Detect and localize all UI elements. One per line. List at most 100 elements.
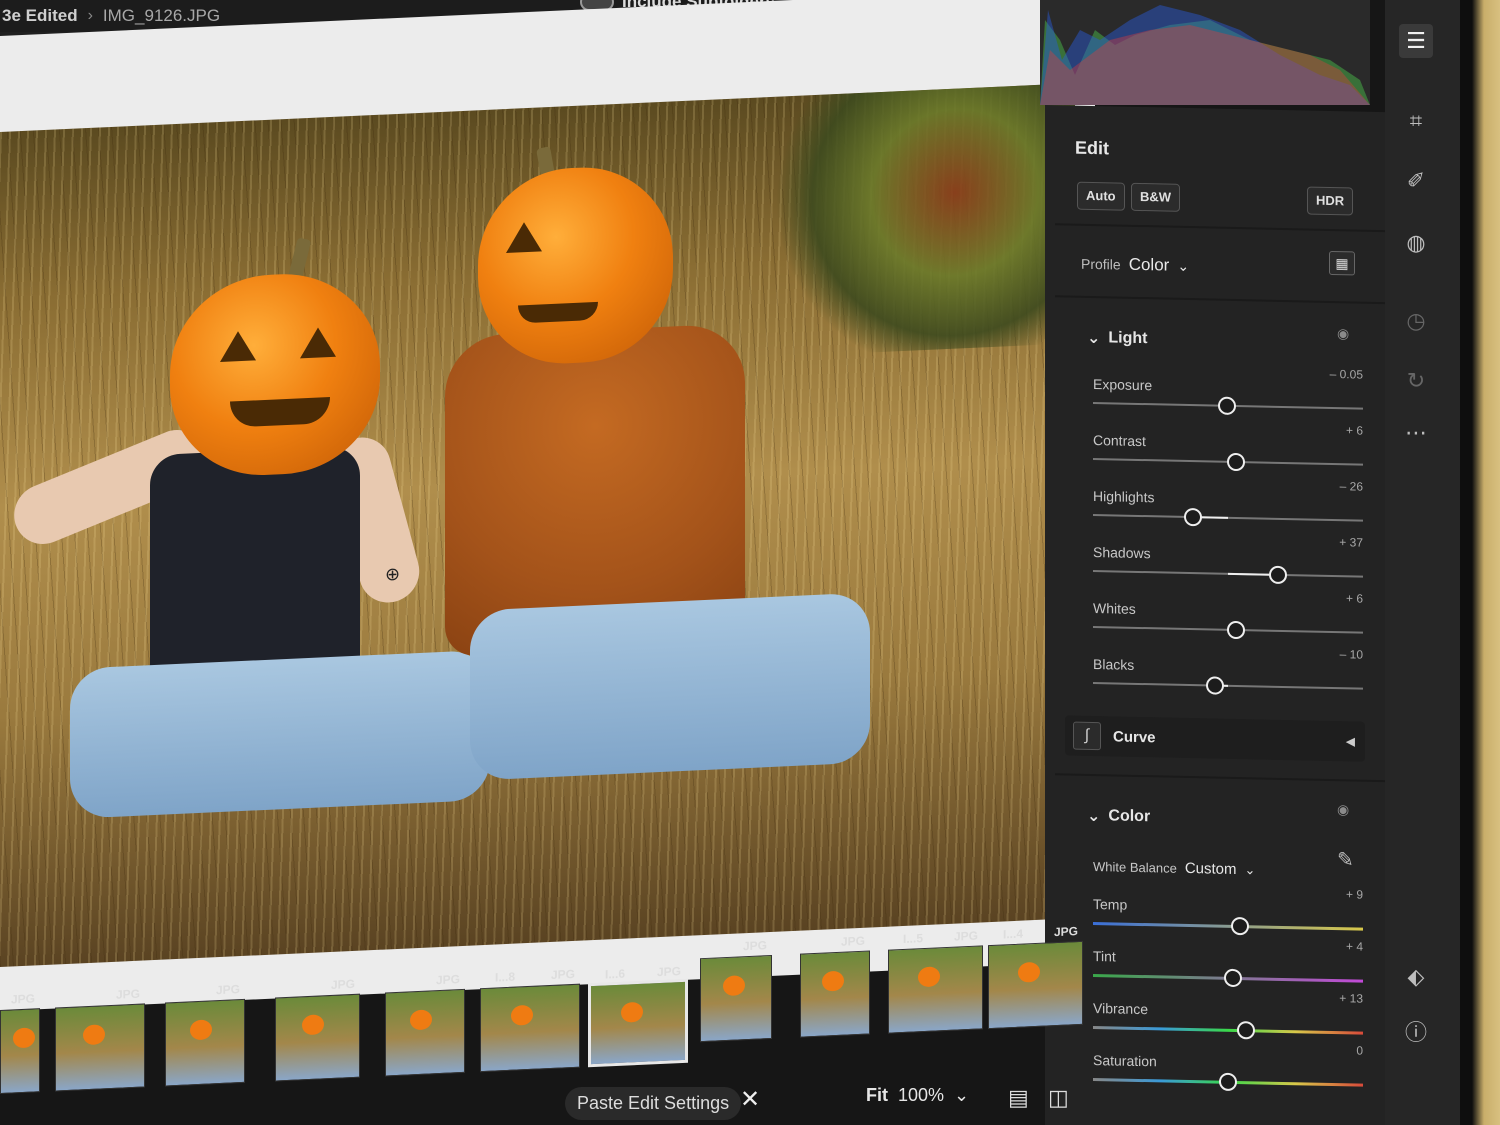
slider-knob[interactable] (1224, 968, 1243, 988)
bw-button[interactable]: B&W (1131, 182, 1181, 212)
filmstrip-thumbnail[interactable]: JPG (385, 972, 465, 1077)
slider-tint[interactable]: Tint + 4 (1093, 939, 1363, 1008)
thumbnail-pumpkin (301, 1014, 324, 1036)
slider-temp[interactable]: Temp + 9 (1093, 887, 1363, 956)
file-type-badge: JPG (1053, 924, 1078, 940)
zoom-control[interactable]: Fit 100% ⌄ (866, 1085, 969, 1106)
slider-knob[interactable] (1183, 507, 1202, 527)
main-photo[interactable]: ⊕ (0, 83, 1075, 967)
history-icon[interactable]: ◷ (1399, 304, 1433, 338)
breadcrumb-file: IMG_9126.JPG (102, 6, 221, 25)
slider-value[interactable]: + 13 (1339, 991, 1363, 1005)
filmstrip-thumbnail[interactable]: JPG I...8 (480, 967, 580, 1073)
slider-highlights[interactable]: Highlights – 26 (1093, 479, 1363, 548)
slider-label: Blacks (1093, 656, 1135, 673)
white-balance-label: White Balance (1093, 859, 1177, 876)
fit-label[interactable]: Fit (866, 1085, 888, 1106)
filmstrip-thumbnail[interactable]: JPG (55, 987, 145, 1092)
curve-section-header[interactable]: ∫ Curve ◀ (1065, 715, 1365, 762)
slider-knob[interactable] (1231, 916, 1250, 936)
slider-value[interactable]: – 10 (1340, 647, 1363, 661)
auto-button[interactable]: Auto (1077, 181, 1125, 211)
filmstrip-thumbnail[interactable]: JPG I...6 (588, 964, 688, 1068)
light-section-header[interactable]: ⌄ Light (1087, 328, 1148, 349)
slider-knob[interactable] (1217, 396, 1236, 415)
file-type-badge: JPG (953, 928, 978, 944)
slider-shadows[interactable]: Shadows + 37 (1093, 535, 1363, 604)
thumbnail-pumpkin (917, 966, 940, 988)
slider-knob[interactable] (1219, 1072, 1237, 1092)
filmstrip-thumbnail[interactable]: JPG (700, 938, 772, 1043)
slider-blacks[interactable]: Blacks – 10 (1093, 647, 1363, 716)
white-balance-selector[interactable]: White Balance Custom ⌄ (1093, 858, 1255, 878)
slider-label: Shadows (1093, 544, 1151, 562)
slider-whites[interactable]: Whites + 6 (1093, 591, 1363, 660)
slider-value[interactable]: 0 (1356, 1044, 1363, 1058)
compare-view-icon[interactable]: ◫ (1048, 1085, 1069, 1111)
healing-brush-icon[interactable]: ✐ (1399, 164, 1433, 198)
eye-icon[interactable]: ◉ (1337, 801, 1349, 818)
slider-track[interactable] (1093, 682, 1363, 690)
filmstrip-thumbnail[interactable]: JPG (275, 977, 360, 1082)
chevron-down-icon: ⌄ (1087, 807, 1101, 826)
profile-value[interactable]: Color (1129, 255, 1170, 276)
info-icon[interactable]: ⓘ (1399, 1016, 1433, 1050)
slider-knob[interactable] (1227, 620, 1246, 640)
slider-knob[interactable] (1205, 676, 1224, 695)
file-type-badge: JPG (330, 976, 355, 992)
slider-value[interactable]: – 0.05 (1330, 367, 1363, 382)
tag-icon[interactable]: ⬖ (1399, 960, 1433, 994)
filmstrip-thumbnail[interactable]: JPG (800, 934, 870, 1038)
filmstrip-thumbnail[interactable]: JPG I...4 (988, 924, 1083, 1030)
filmstrip-view-icon[interactable]: ▤ (1008, 1085, 1029, 1111)
slider-knob[interactable] (1268, 565, 1287, 585)
presets-icon[interactable]: ↻ (1399, 364, 1433, 398)
slider-vibrance[interactable]: Vibrance + 13 (1093, 991, 1363, 1060)
slider-track[interactable] (1093, 922, 1363, 931)
foliage (775, 83, 1075, 357)
slider-value[interactable]: + 9 (1346, 887, 1363, 901)
slider-value[interactable]: + 37 (1339, 535, 1363, 549)
white-balance-value[interactable]: Custom (1185, 860, 1237, 878)
slider-label: Whites (1093, 600, 1136, 617)
color-section-header[interactable]: ⌄ Color (1087, 806, 1150, 827)
hdr-button[interactable]: HDR (1307, 186, 1354, 216)
eyedropper-icon[interactable]: ✎ (1337, 847, 1354, 872)
filmstrip-thumbnail[interactable]: JPG I...5 (888, 929, 983, 1034)
profile-browser-icon[interactable]: ▦ (1329, 250, 1355, 276)
filmstrip-thumbnail[interactable]: JPG (165, 982, 245, 1087)
profile-selector[interactable]: Profile Color ⌄ (1081, 254, 1189, 276)
file-type-badge: JPG (656, 964, 681, 980)
slider-label: Highlights (1093, 488, 1155, 506)
paste-edit-settings-button[interactable]: Paste Edit Settings (565, 1087, 742, 1120)
slider-value[interactable]: + 6 (1346, 591, 1363, 605)
thumbnail-pumpkin (410, 1009, 432, 1031)
eye-icon[interactable]: ◉ (1337, 325, 1349, 342)
file-type-badge: JPG (742, 938, 767, 954)
right-jeans (470, 592, 870, 781)
more-icon[interactable]: ⋯ (1399, 416, 1433, 450)
filmstrip-thumbnail[interactable]: JPG (0, 991, 40, 1094)
breadcrumb-folder[interactable]: 3e Edited (2, 6, 78, 26)
slider-value[interactable]: – 26 (1340, 479, 1363, 493)
masking-icon[interactable]: ◍ (1399, 226, 1433, 260)
slider-saturation[interactable]: Saturation 0 (1093, 1044, 1363, 1112)
slider-value[interactable]: + 4 (1346, 939, 1363, 953)
zoom-value[interactable]: 100% (898, 1085, 944, 1106)
close-icon[interactable]: ✕ (740, 1085, 760, 1114)
file-type-badge: JPG (435, 972, 460, 988)
divider (1055, 295, 1395, 305)
right-pumpkin-eye (506, 221, 542, 254)
histogram[interactable] (1040, 0, 1370, 105)
file-name-short: I...4 (1003, 926, 1024, 942)
slider-track[interactable] (1093, 1026, 1363, 1035)
slider-exposure[interactable]: Exposure – 0.05 (1093, 367, 1363, 436)
slider-track[interactable] (1093, 514, 1363, 522)
slider-knob[interactable] (1227, 452, 1246, 472)
photo-canvas[interactable]: ⊕ (0, 0, 1095, 1011)
slider-contrast[interactable]: Contrast + 6 (1093, 423, 1363, 492)
crop-icon[interactable]: ⌗ (1399, 104, 1433, 138)
slider-knob[interactable] (1236, 1021, 1255, 1040)
slider-value[interactable]: + 6 (1346, 423, 1363, 437)
sliders-icon[interactable]: ☰ (1399, 24, 1433, 58)
